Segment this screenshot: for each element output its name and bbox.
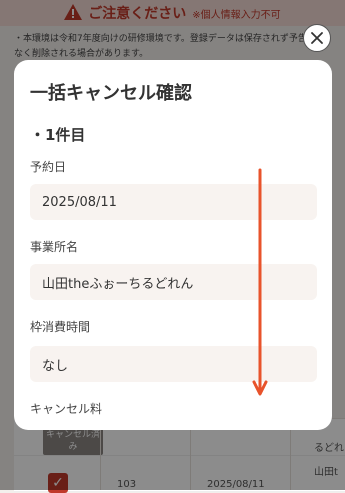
cancel-fee-label: キャンセル料 xyxy=(30,402,103,416)
office-name-field: 山田theふぉーちるどれん xyxy=(30,264,317,300)
cancel-confirm-modal: 一括キャンセル確認 ・1件目 予約日 2025/08/11 事業所名 山田the… xyxy=(14,60,332,430)
reservation-date-label: 予約日 xyxy=(30,160,67,174)
modal-title: 一括キャンセル確認 xyxy=(30,83,192,104)
slot-time-label: 枠消費時間 xyxy=(30,320,91,334)
close-button[interactable] xyxy=(303,24,331,52)
reservation-date-field: 2025/08/11 xyxy=(30,184,317,220)
office-name-label: 事業所名 xyxy=(30,240,79,254)
close-icon xyxy=(311,29,323,48)
scroll-down-arrow-icon xyxy=(252,168,268,396)
item-heading: ・1件目 xyxy=(30,126,86,144)
slot-time-field: なし xyxy=(30,346,317,382)
